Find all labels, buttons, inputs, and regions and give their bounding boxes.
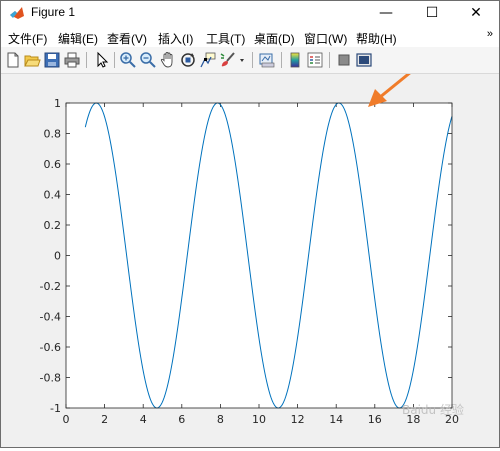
colorbar-icon[interactable] xyxy=(286,51,304,69)
brush-icon[interactable] xyxy=(219,51,237,69)
menu-bar: 文件(F) 编辑(E) 查看(V) 插入(I) 工具(T) 桌面(D) 窗口(W… xyxy=(1,25,499,47)
open-file-icon[interactable] xyxy=(23,51,41,69)
close-icon: ✕ xyxy=(470,5,482,21)
x-tick-label: 6 xyxy=(178,413,185,426)
menu-view[interactable]: 查看(V) xyxy=(107,30,147,47)
plot-svg: 0 2 4 6 8 10 12 14 16 18 20 -1-0.8-0.6-0.4-0.200.2… xyxy=(40,52,464,426)
y-tick-label: -0.8 xyxy=(40,372,61,385)
x-tick-label: 8 xyxy=(217,413,224,426)
rotate-3d-icon[interactable] xyxy=(179,51,197,69)
maximize-icon: ☐ xyxy=(425,5,439,21)
show-plot-tools-icon[interactable] xyxy=(355,51,373,69)
x-tick-label: 12 xyxy=(291,413,305,426)
x-tick-label: 14 xyxy=(329,413,343,426)
menu-tools[interactable]: 工具(T) xyxy=(206,30,245,47)
y-tick-label: -0.2 xyxy=(40,280,61,293)
print-icon[interactable] xyxy=(63,51,81,69)
chevron-down-icon[interactable] xyxy=(237,51,247,69)
menu-window[interactable]: 窗口(W) xyxy=(304,30,347,47)
toolbar-separator xyxy=(252,52,253,68)
menu-edit[interactable]: 编辑(E) xyxy=(58,30,98,47)
y-tick-labels: -1 -0.8 -0.6 -0.4 -0.2 0 0.2 0.4 0.6 0.8 1 xyxy=(40,97,61,415)
legend-icon[interactable] xyxy=(306,51,324,69)
toolbar-separator xyxy=(114,52,115,68)
y-tick-label: 1 xyxy=(54,97,61,110)
figure-window: Figure 1 — ☐ ✕ 文件(F) 编辑(E) 查看(V) 插入(I) 工… xyxy=(0,0,500,448)
save-icon[interactable] xyxy=(43,51,61,69)
minimize-button[interactable]: — xyxy=(363,1,409,25)
window-title: Figure 1 xyxy=(31,5,76,19)
zoom-out-icon[interactable] xyxy=(139,51,157,69)
y-tick-label: 0.4 xyxy=(44,189,62,202)
x-tick-labels: 0 2 4 6 8 10 12 14 16 18 20 xyxy=(63,413,460,426)
y-tick-label: 0.6 xyxy=(44,158,62,171)
new-figure-icon[interactable] xyxy=(4,51,22,69)
y-tick-label: 0.8 xyxy=(44,128,62,141)
menu-desktop[interactable]: 桌面(D) xyxy=(254,30,295,47)
y-tick-label: 0 xyxy=(54,250,61,263)
x-tick-label: 0 xyxy=(63,413,70,426)
link-plot-icon[interactable] xyxy=(258,51,276,69)
maximize-button[interactable]: ☐ xyxy=(409,1,455,25)
zoom-in-icon[interactable] xyxy=(119,51,137,69)
annotation-arrow xyxy=(368,52,434,107)
matlab-logo-icon xyxy=(10,7,24,19)
x-tick-label: 4 xyxy=(140,413,147,426)
x-tick-label: 10 xyxy=(252,413,266,426)
hide-plot-tools-icon[interactable] xyxy=(335,51,353,69)
data-cursor-icon[interactable] xyxy=(199,51,217,69)
toolbar-separator xyxy=(86,52,87,68)
toolbar-separator xyxy=(329,52,330,68)
pointer-icon[interactable] xyxy=(92,51,110,69)
watermark: Baidu 经验 xyxy=(402,402,464,417)
menu-file[interactable]: 文件(F) xyxy=(8,30,47,47)
y-tick-label: 0.2 xyxy=(44,219,62,232)
menu-overflow-icon[interactable]: » xyxy=(487,28,493,40)
menu-insert[interactable]: 插入(I) xyxy=(158,30,193,47)
menu-help[interactable]: 帮助(H) xyxy=(356,30,397,47)
x-tick-label: 16 xyxy=(368,413,382,426)
x-tick-label: 2 xyxy=(101,413,108,426)
y-tick-label: -0.6 xyxy=(40,341,61,354)
figure-canvas: 0 2 4 6 8 10 12 14 16 18 20 -1 -0.8 -0.6 -0.4 -0.2 0 0.2… xyxy=(2,52,498,447)
toolbar-separator xyxy=(281,52,282,68)
close-button[interactable]: ✕ xyxy=(453,1,499,25)
axes-background xyxy=(66,103,452,408)
figure-toolbar xyxy=(1,47,499,74)
minimize-icon: — xyxy=(379,5,393,21)
y-tick-label: -1 xyxy=(50,402,61,415)
title-bar[interactable]: Figure 1 — ☐ ✕ xyxy=(1,1,499,25)
y-tick-label: -0.4 xyxy=(40,311,61,324)
pan-icon[interactable] xyxy=(159,51,177,69)
